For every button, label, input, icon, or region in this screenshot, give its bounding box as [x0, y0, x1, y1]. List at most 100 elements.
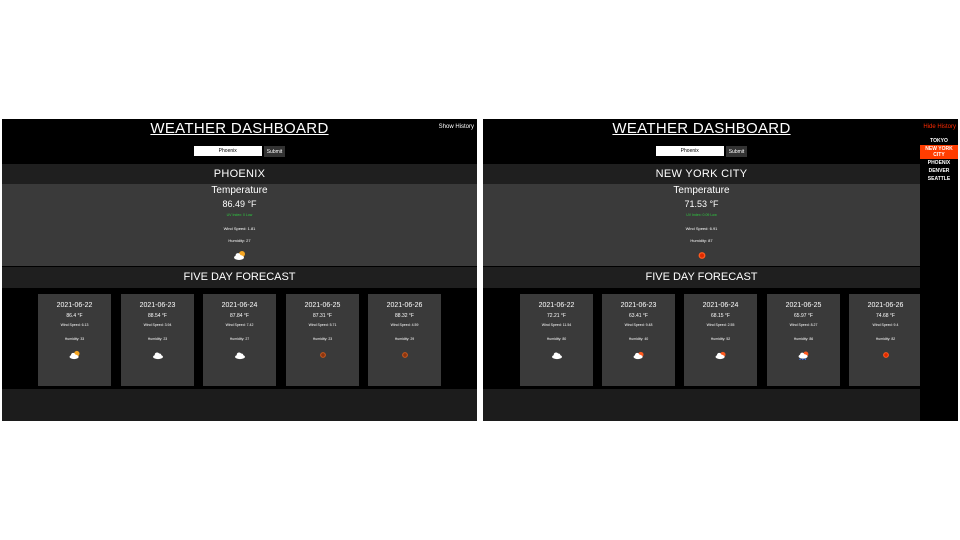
forecast-card: 2021-06-23 88.54 °F Wind Speed: 3.94 Hum… [121, 294, 194, 386]
forecast-date: 2021-06-23 [139, 302, 176, 309]
forecast-temp: 88.32 °F [395, 313, 414, 319]
forecast-card: 2021-06-22 86.4 °F Wind Speed: 6.13 Humi… [38, 294, 111, 386]
cloud-icon [234, 352, 245, 360]
forecast-wind: Wind Speed: 11.54 [541, 323, 572, 327]
forecast-card: 2021-06-25 65.97 °F Wind Speed: 8.27 Hum… [767, 294, 840, 386]
forecast-wind: Wind Speed: 5.71 [308, 323, 337, 327]
history-item-denver[interactable]: DENVER [920, 167, 958, 175]
clear-sky-icon [319, 352, 326, 358]
rain-day-icon [798, 351, 808, 360]
city-search-input[interactable] [193, 146, 262, 156]
dashboard-screenshot-left: WEATHER DASHBOARD Show History Submit PH… [2, 119, 477, 421]
page-title: WEATHER DASHBOARD [612, 120, 791, 137]
city-name: PHOENIX [2, 164, 477, 184]
cloud-icon [152, 352, 163, 360]
forecast-temp: 65.97 °F [794, 313, 813, 319]
clear-sky-icon [882, 352, 889, 358]
forecast-row: 2021-06-22 86.4 °F Wind Speed: 6.13 Humi… [2, 288, 477, 389]
uv-index: UV Index: 0 Low [226, 213, 253, 217]
forecast-humidity: Humidity: 82 [875, 337, 896, 341]
forecast-temp: 87.31 °F [313, 313, 332, 319]
current-temp: 86.49 °F [222, 199, 257, 209]
history-list: TOKYO NEW YORK CITY PHOENIX DENVER SEATT… [920, 137, 958, 183]
history-item-phoenix[interactable]: PHOENIX [920, 159, 958, 167]
forecast-card: 2021-06-24 68.15 °F Wind Speed: 2.55 Hum… [684, 294, 757, 386]
wind-speed: Wind Speed: 6.91 [685, 226, 718, 231]
forecast-humidity: Humidity: 23 [312, 337, 333, 341]
city-search-input[interactable] [655, 146, 724, 156]
forecast-temp: 74.68 °F [876, 313, 895, 319]
submit-button[interactable]: Submit [725, 146, 748, 157]
few-clouds-day-icon [633, 351, 644, 360]
main-area: WEATHER DASHBOARD Submit NEW YORK CITY T… [483, 119, 922, 421]
forecast-temp: 88.54 °F [148, 313, 167, 319]
forecast-temp: 72.21 °F [547, 313, 566, 319]
forecast-humidity: Humidity: 86 [793, 337, 814, 341]
show-history-link[interactable]: Show History [439, 124, 474, 130]
footer [2, 389, 477, 421]
current-label: Temperature [211, 185, 268, 196]
forecast-card: 2021-06-26 88.32 °F Wind Speed: 4.59 Hum… [368, 294, 441, 386]
forecast-temp: 87.84 °F [230, 313, 249, 319]
main-area: WEATHER DASHBOARD Show History Submit PH… [2, 119, 477, 421]
uv-index: UV Index: 0.09 Low [686, 213, 717, 217]
footer [483, 389, 920, 421]
forecast-humidity: Humidity: 27 [229, 337, 250, 341]
forecast-humidity: Humidity: 29 [394, 337, 415, 341]
submit-button[interactable]: Submit [263, 146, 286, 157]
few-clouds-day-icon [715, 351, 726, 360]
forecast-card: 2021-06-23 63.41 °F Wind Speed: 9.48 Hum… [602, 294, 675, 386]
wind-speed: Wind Speed: 1.81 [223, 226, 256, 231]
forecast-date: 2021-06-24 [702, 302, 739, 309]
forecast-humidity: Humidity: 33 [64, 337, 85, 341]
humidity: Humidity: 87 [690, 238, 713, 243]
forecast-row: 2021-06-22 72.21 °F Wind Speed: 11.54 Hu… [483, 288, 922, 389]
search-form: Submit [2, 146, 477, 157]
forecast-wind: Wind Speed: 4.59 [390, 323, 419, 327]
forecast-date: 2021-06-23 [620, 302, 657, 309]
hide-history-link[interactable]: Hide History [923, 124, 956, 130]
forecast-date: 2021-06-24 [221, 302, 258, 309]
city-name: NEW YORK CITY [483, 164, 920, 184]
forecast-date: 2021-06-22 [538, 302, 575, 309]
history-item-new-york-city[interactable]: NEW YORK CITY [920, 145, 958, 159]
forecast-humidity: Humidity: 52 [710, 337, 731, 341]
current-weather: Temperature 86.49 °F UV Index: 0 Low Win… [2, 184, 477, 266]
forecast-card: 2021-06-26 74.68 °F Wind Speed: 9.4 Humi… [849, 294, 922, 386]
forecast-card: 2021-06-24 87.84 °F Wind Speed: 7.42 Hum… [203, 294, 276, 386]
forecast-wind: Wind Speed: 9.4 [872, 323, 899, 327]
current-label: Temperature [673, 185, 730, 196]
forecast-temp: 86.4 °F [66, 313, 83, 319]
forecast-date: 2021-06-26 [867, 302, 904, 309]
forecast-wind: Wind Speed: 9.48 [624, 323, 653, 327]
forecast-wind: Wind Speed: 7.42 [225, 323, 254, 327]
few-clouds-day-icon [69, 350, 80, 360]
forecast-temp: 63.41 °F [629, 313, 648, 319]
forecast-date: 2021-06-25 [785, 302, 822, 309]
forecast-wind: Wind Speed: 3.94 [143, 323, 172, 327]
forecast-heading: FIVE DAY FORECAST [483, 267, 920, 288]
forecast-card: 2021-06-22 72.21 °F Wind Speed: 11.54 Hu… [520, 294, 593, 386]
few-clouds-day-icon [233, 251, 245, 260]
humidity: Humidity: 27 [228, 238, 251, 243]
forecast-humidity: Humidity: 40 [628, 337, 649, 341]
current-temp: 71.53 °F [684, 199, 719, 209]
forecast-card: 2021-06-25 87.31 °F Wind Speed: 5.71 Hum… [286, 294, 359, 386]
forecast-date: 2021-06-26 [386, 302, 423, 309]
page-title: WEATHER DASHBOARD [150, 120, 329, 137]
forecast-date: 2021-06-25 [304, 302, 341, 309]
dashboard-screenshot-right: WEATHER DASHBOARD Submit NEW YORK CITY T… [483, 119, 958, 421]
forecast-humidity: Humidity: 23 [147, 337, 168, 341]
search-form: Submit [483, 146, 920, 157]
forecast-wind: Wind Speed: 6.13 [60, 323, 89, 327]
history-item-tokyo[interactable]: TOKYO [920, 137, 958, 145]
current-weather: Temperature 71.53 °F UV Index: 0.09 Low … [483, 184, 920, 266]
clear-sky-icon [698, 252, 705, 259]
cloud-icon [551, 352, 562, 360]
forecast-wind: Wind Speed: 2.55 [706, 323, 735, 327]
clear-sky-icon [401, 352, 408, 358]
forecast-wind: Wind Speed: 8.27 [789, 323, 818, 327]
history-item-seattle[interactable]: SEATTLE [920, 175, 958, 183]
forecast-date: 2021-06-22 [56, 302, 93, 309]
forecast-temp: 68.15 °F [711, 313, 730, 319]
